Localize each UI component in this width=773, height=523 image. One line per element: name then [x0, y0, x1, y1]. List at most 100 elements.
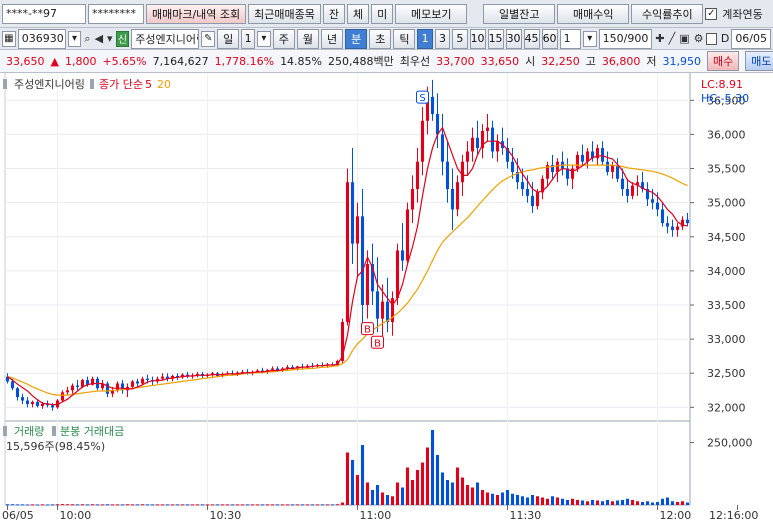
- volume-bar: [525, 497, 530, 505]
- trade-profit-button[interactable]: 매매수익: [557, 3, 630, 24]
- candle-body: [655, 202, 660, 210]
- time-tick-label: 11:30: [510, 509, 542, 522]
- account-number-field[interactable]: ****-**97: [2, 3, 86, 24]
- minute-option-10[interactable]: 10: [469, 28, 486, 49]
- executed-button[interactable]: 체: [347, 3, 370, 24]
- dropdown-arrow-icon[interactable]: ▾: [67, 30, 82, 47]
- volume-bar: [640, 502, 645, 505]
- minute-option-15[interactable]: 15: [487, 28, 504, 49]
- volume-bar: [680, 501, 685, 505]
- stock-code-field[interactable]: 036930: [17, 28, 66, 49]
- interval-field[interactable]: 1: [559, 28, 581, 49]
- candle-count-field[interactable]: 150/900: [598, 28, 653, 49]
- volume-bar: [185, 504, 190, 506]
- buy-button[interactable]: 매수: [707, 51, 740, 71]
- speaker-icon[interactable]: ◀: [94, 32, 104, 45]
- minute-option-5[interactable]: 5: [452, 28, 468, 49]
- memo-edit-icon[interactable]: ✎: [201, 30, 216, 47]
- minute-option-45[interactable]: 45: [523, 28, 540, 49]
- chart-type-icon[interactable]: ╱: [668, 32, 677, 45]
- open-price: 32,250: [541, 54, 580, 68]
- balance-button[interactable]: 잔: [322, 3, 346, 24]
- password-field[interactable]: ********: [88, 3, 144, 24]
- volume-bar: [610, 501, 615, 505]
- grid-menu-icon[interactable]: ▦: [2, 30, 16, 47]
- candle-body: [135, 381, 140, 384]
- search-icon[interactable]: ⌕: [83, 32, 91, 46]
- stock-name-field: 주성엔지니어링: [131, 28, 200, 49]
- tab-second[interactable]: 초: [369, 28, 392, 49]
- volume-bar: [570, 498, 575, 505]
- sell-button[interactable]: 매도: [745, 51, 773, 71]
- volume-bar: [30, 504, 35, 506]
- recent-trades-button[interactable]: 최근매매종목: [248, 3, 321, 24]
- buy-mark-label: B: [364, 325, 371, 336]
- candle-body: [30, 401, 35, 404]
- volume-bar: [115, 504, 120, 506]
- candle-body: [355, 216, 360, 244]
- account-link-toggle[interactable]: ✓ 계좌연동: [705, 6, 763, 22]
- volume-bar: [430, 430, 435, 505]
- price-tick-label: 33,000: [707, 333, 746, 346]
- volume-bar: [390, 496, 395, 505]
- volume-bar: [475, 482, 480, 505]
- volume-bar: [515, 495, 520, 505]
- minute-option-3[interactable]: 3: [434, 28, 451, 49]
- price-tick-label: 33,500: [707, 299, 746, 312]
- candle-body: [160, 376, 165, 379]
- candlestick-chart[interactable]: BB S 32,000 32,500 33,000 33,500 34,000 34,500…: [0, 73, 773, 523]
- save-icon[interactable]: ▣: [678, 32, 690, 45]
- candle-body: [620, 178, 625, 189]
- candle-body: [605, 161, 610, 172]
- day-count-field[interactable]: 1: [241, 28, 255, 49]
- profit-trend-button[interactable]: 수익률추이: [631, 3, 704, 24]
- daily-balance-button[interactable]: 일별잔고: [483, 3, 556, 24]
- volume-bar: [135, 504, 140, 506]
- candle-body: [490, 127, 495, 152]
- candle-body: [530, 195, 535, 207]
- candle-body: [460, 161, 465, 183]
- volume-bar: [240, 504, 245, 506]
- volume-bar: [635, 501, 640, 505]
- minute-option-1[interactable]: 1: [417, 28, 433, 49]
- volume-bar: [130, 504, 135, 506]
- tab-week[interactable]: 주: [272, 28, 295, 49]
- unfilled-button[interactable]: 미: [371, 3, 394, 24]
- crosshair-icon[interactable]: ✚: [654, 32, 665, 45]
- chevron-down-icon[interactable]: ▾: [106, 32, 114, 45]
- tab-minute[interactable]: 분: [345, 28, 368, 49]
- day-count-arrow-icon[interactable]: ▾: [256, 30, 271, 47]
- candle-body: [615, 165, 620, 179]
- tab-month[interactable]: 월: [296, 28, 319, 49]
- legend-marker-icon: [90, 79, 94, 89]
- tab-year[interactable]: 년: [320, 28, 344, 49]
- candle-body: [140, 378, 145, 384]
- volume-bar: [295, 504, 300, 506]
- candle-body: [15, 388, 20, 398]
- volume-bar: [285, 504, 290, 506]
- gear-icon[interactable]: ⚙: [693, 32, 705, 45]
- minute-option-60[interactable]: 60: [541, 28, 558, 49]
- volume-bar: [500, 492, 505, 505]
- volume-bar: [380, 492, 385, 505]
- candle-body: [630, 185, 635, 196]
- candle-body: [455, 182, 460, 210]
- volume-bar: [335, 504, 340, 506]
- tab-day[interactable]: 일: [217, 28, 240, 49]
- candle-body: [410, 189, 415, 210]
- date-field[interactable]: 06/05: [731, 28, 772, 49]
- trade-mark-lookup-button[interactable]: 매매마크/내역 조회: [146, 3, 247, 24]
- tab-tick[interactable]: 틱: [393, 28, 416, 49]
- candle-body: [520, 182, 525, 189]
- date-checkbox-icon[interactable]: [706, 32, 717, 45]
- minute-option-30[interactable]: 30: [505, 28, 522, 49]
- quote-bar: 33,650 ▲ 1,800 +5.65% 7,164,627 1,778.16…: [0, 50, 773, 73]
- volume-bar: [520, 496, 525, 505]
- interval-arrow-icon[interactable]: ▾: [582, 30, 597, 47]
- volume-bar: [645, 501, 650, 505]
- checkbox-checked-icon[interactable]: ✓: [705, 7, 718, 20]
- low-price: 31,950: [662, 54, 702, 68]
- memo-button[interactable]: 메모보기: [395, 3, 468, 24]
- time-tick-label: 12:16:00: [709, 509, 758, 522]
- stock-toolbar: ▦ 036930 ▾ ⌕ ◀ ▾ 신 주성엔지니어링 ✎ 일 1 ▾ 주 월 년…: [0, 28, 773, 50]
